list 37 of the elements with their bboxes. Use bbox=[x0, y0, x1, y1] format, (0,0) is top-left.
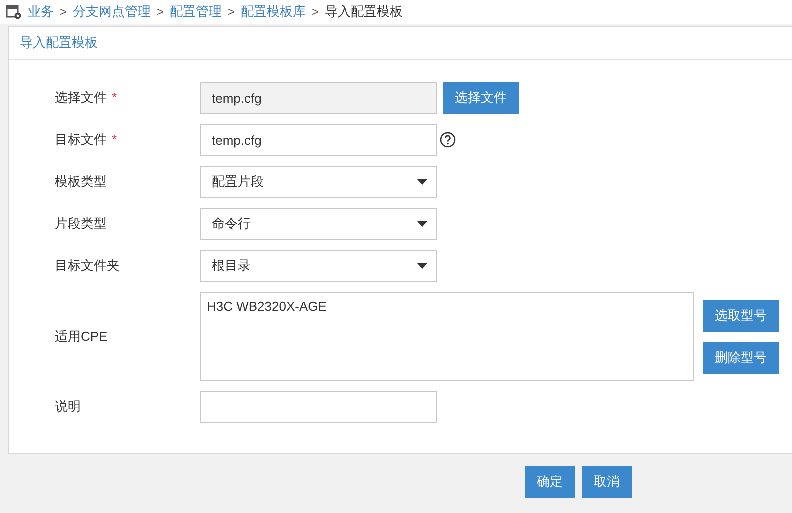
dropdown[interactable]: 根目录 bbox=[200, 250, 437, 282]
choose-file-button[interactable]: 选择文件 bbox=[443, 82, 519, 114]
dropdown[interactable]: 配置片段 bbox=[200, 166, 437, 198]
caret-icon bbox=[417, 263, 428, 269]
required-mark: * bbox=[112, 132, 118, 147]
required-mark: * bbox=[112, 90, 118, 105]
breadcrumb-link[interactable]: 分支网点管理 bbox=[73, 3, 152, 21]
model-button[interactable]: 删除型号 bbox=[703, 342, 779, 374]
input-field[interactable] bbox=[200, 391, 437, 423]
field-label: 说明 bbox=[55, 398, 82, 416]
field-label: 目标文件夹 bbox=[55, 257, 121, 275]
file-field[interactable]: temp.cfg bbox=[200, 82, 437, 114]
list-item[interactable]: H3C WB2320X-AGE bbox=[207, 299, 687, 314]
help-icon[interactable] bbox=[440, 132, 456, 148]
panel-title: 导入配置模板 bbox=[20, 34, 98, 52]
cpe-list[interactable]: H3C WB2320X-AGE bbox=[200, 292, 694, 381]
field-label: 目标文件 * bbox=[55, 131, 118, 149]
field-label: 选择文件 * bbox=[55, 89, 118, 107]
breadcrumb-separator: > bbox=[228, 5, 236, 19]
input-field[interactable]: temp.cfg bbox=[200, 124, 437, 156]
config-icon bbox=[6, 4, 22, 20]
field-label: 适用CPE bbox=[55, 328, 109, 346]
breadcrumb-current: 导入配置模板 bbox=[325, 3, 404, 21]
breadcrumb-separator: > bbox=[312, 5, 320, 19]
field-label: 模板类型 bbox=[55, 173, 108, 191]
caret-icon bbox=[417, 221, 428, 227]
cancel-button[interactable]: 取消 bbox=[582, 466, 632, 498]
model-button[interactable]: 选取型号 bbox=[703, 300, 779, 332]
caret-icon bbox=[417, 179, 428, 185]
dropdown[interactable]: 命令行 bbox=[200, 208, 437, 240]
breadcrumb-link[interactable]: 配置模板库 bbox=[241, 3, 306, 21]
field-label: 片段类型 bbox=[55, 215, 108, 233]
breadcrumb-link[interactable]: 配置管理 bbox=[170, 3, 222, 21]
breadcrumb-separator: > bbox=[60, 5, 68, 19]
breadcrumb-separator: > bbox=[157, 5, 164, 19]
breadcrumb-link[interactable]: 业务 bbox=[28, 3, 54, 21]
confirm-button[interactable]: 确定 bbox=[525, 466, 575, 498]
